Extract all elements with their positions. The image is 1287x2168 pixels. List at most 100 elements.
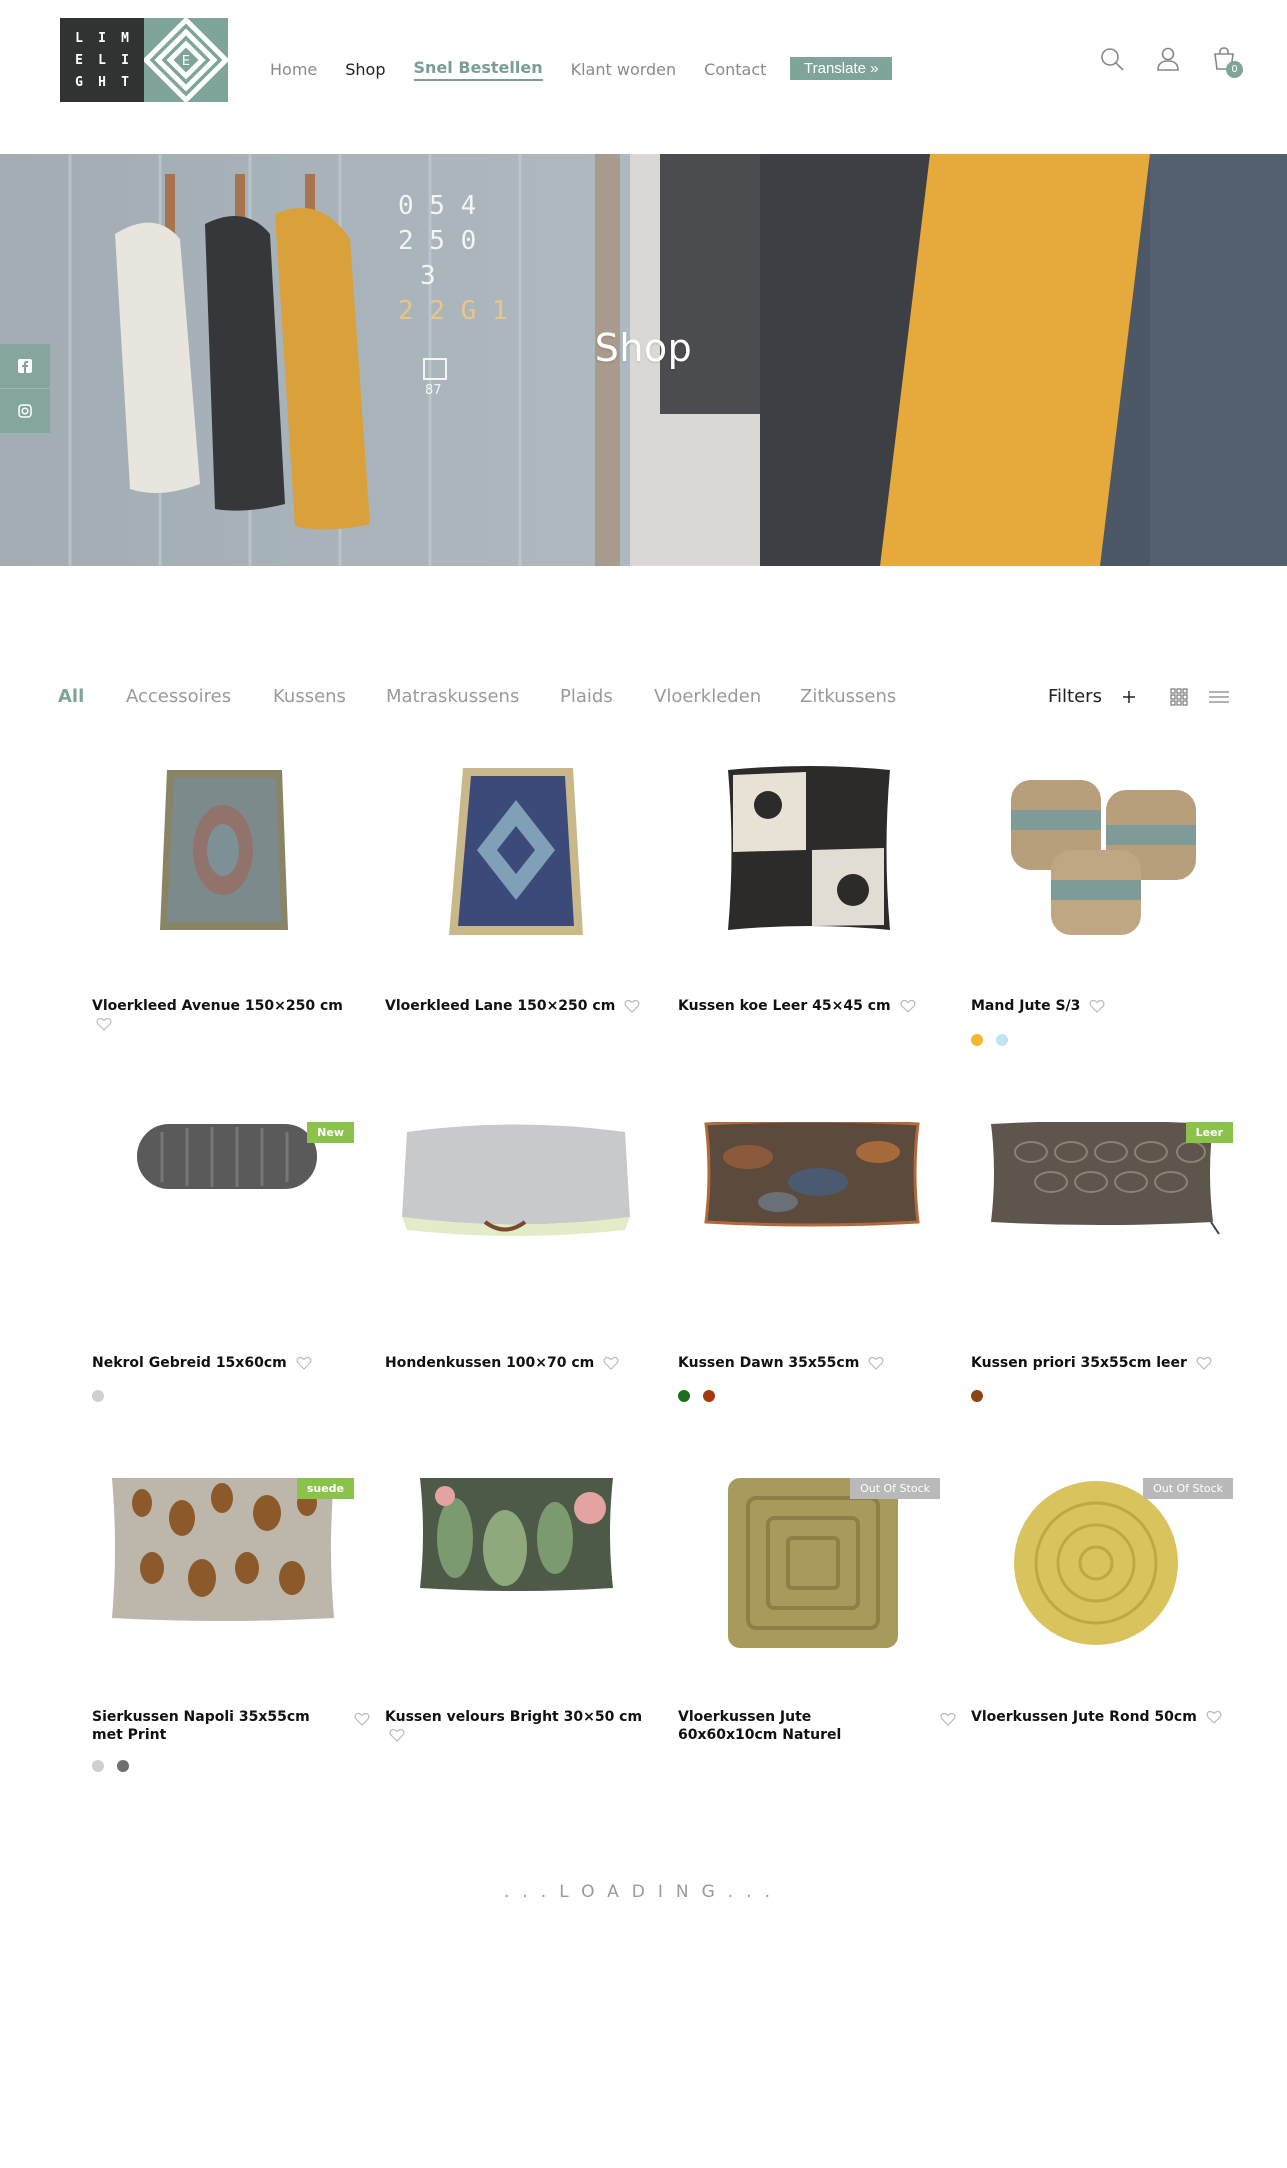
loading-indicator: ...LOADING... [504, 1882, 783, 1902]
nav-klant-worden[interactable]: Klant worden [571, 60, 677, 79]
product-name[interactable]: Kussen velours Bright 30×50 cm [385, 1708, 647, 1744]
product-name[interactable]: Mand Jute S/3 [971, 997, 1105, 1015]
wishlist-heart-icon[interactable] [1089, 999, 1105, 1013]
category-kussens[interactable]: Kussens [273, 686, 346, 707]
category-filter-bar: All Accessoires Kussens Matraskussens Pl… [58, 686, 1230, 716]
color-swatches [971, 1034, 1008, 1046]
wishlist-heart-icon[interactable] [624, 999, 640, 1013]
swatch-dark-grey[interactable] [117, 1760, 129, 1772]
product-name[interactable]: Nekrol Gebreid 15x60cm [92, 1354, 312, 1372]
header-actions: 0 [1099, 46, 1243, 78]
category-vloerkleden[interactable]: Vloerkleden [654, 686, 761, 707]
product-image[interactable] [678, 1119, 940, 1362]
product-card[interactable]: Mand Jute S/3 [971, 730, 1233, 1046]
nav-contact[interactable]: Contact [704, 60, 766, 79]
wishlist-heart-icon[interactable] [354, 1712, 370, 1726]
list-view-icon[interactable] [1208, 688, 1230, 706]
wishlist-heart-icon[interactable] [940, 1712, 956, 1726]
nav-home[interactable]: Home [270, 60, 317, 79]
logo-wordmark: LIM ELI GHT [60, 18, 144, 102]
wishlist-heart-icon[interactable] [389, 1728, 405, 1742]
product-badge: Out Of Stock [1143, 1478, 1233, 1499]
product-card[interactable]: Out Of Stock Vloerkussen Jute Rond 50cm [971, 1478, 1233, 1725]
product-image[interactable] [385, 730, 647, 970]
swatch-grey[interactable] [92, 1390, 104, 1402]
cart-count-badge: 0 [1226, 61, 1243, 78]
product-image[interactable] [971, 730, 1233, 970]
wishlist-heart-icon[interactable] [603, 1356, 619, 1370]
product-image[interactable]: New [92, 1122, 354, 1362]
product-card[interactable]: Kussen Dawn 35x55cm [678, 1119, 940, 1402]
category-accessoires[interactable]: Accessoires [126, 686, 231, 707]
nav-snel-bestellen[interactable]: Snel Bestellen [413, 58, 543, 81]
category-zitkussens[interactable]: Zitkussens [800, 686, 896, 707]
view-switcher [1170, 688, 1230, 706]
product-name[interactable]: Hondenkussen 100×70 cm [385, 1354, 619, 1372]
swatch-brown[interactable] [971, 1390, 983, 1402]
product-card[interactable]: Vloerkleed Avenue 150×250 cm [92, 730, 354, 1031]
color-swatches [678, 1390, 715, 1402]
product-badge: Leer [1185, 1122, 1233, 1143]
swatch-light-blue[interactable] [996, 1034, 1008, 1046]
wishlist-heart-icon[interactable] [1196, 1356, 1212, 1370]
logo-diamond-mark: E [144, 18, 228, 102]
filters-label: Filters [1048, 686, 1102, 707]
product-name[interactable]: Kussen priori 35x55cm leer [971, 1354, 1212, 1372]
grid-view-icon[interactable] [1170, 688, 1188, 706]
product-card[interactable]: Leer Kussen priori 35x55cm leer [971, 1121, 1233, 1402]
wishlist-heart-icon[interactable] [1206, 1710, 1222, 1724]
swatch-yellow[interactable] [971, 1034, 983, 1046]
product-badge: suede [296, 1478, 354, 1499]
swatch-grey[interactable] [92, 1760, 104, 1772]
product-name[interactable]: Kussen koe Leer 45×45 cm [678, 997, 916, 1015]
filters-button[interactable]: Filters [1048, 686, 1136, 707]
category-all[interactable]: All [58, 686, 84, 707]
instagram-icon[interactable] [0, 389, 50, 434]
product-card[interactable]: Kussen velours Bright 30×50 cm [385, 1475, 647, 1742]
wishlist-heart-icon[interactable] [900, 999, 916, 1013]
product-card[interactable]: New Nekrol Gebreid 15x60cm [92, 1122, 354, 1402]
plus-icon [1122, 691, 1135, 703]
swatch-green[interactable] [678, 1390, 690, 1402]
user-icon[interactable] [1155, 46, 1181, 72]
search-icon[interactable] [1099, 46, 1125, 72]
nav-shop[interactable]: Shop [345, 60, 385, 79]
wishlist-heart-icon[interactable] [868, 1356, 884, 1370]
product-name[interactable]: Vloerkussen Jute 60x60x10cm Naturel [678, 1708, 898, 1744]
product-image[interactable]: Leer [971, 1121, 1233, 1362]
product-image[interactable] [385, 1475, 647, 1718]
product-card[interactable]: Kussen koe Leer 45×45 cm [678, 730, 940, 1014]
category-plaids[interactable]: Plaids [560, 686, 613, 707]
product-image[interactable] [92, 730, 354, 970]
product-image[interactable] [385, 1122, 647, 1362]
product-image[interactable]: suede [92, 1475, 354, 1718]
wishlist-heart-icon[interactable] [296, 1356, 312, 1370]
product-card[interactable]: suede Sierkussen Napoli 35x55cm met Prin… [92, 1475, 370, 1772]
svg-text:E: E [182, 54, 190, 69]
product-card[interactable]: Out Of Stock Vloerkussen Jute 60x60x10cm… [678, 1478, 956, 1743]
color-swatches [971, 1390, 983, 1402]
logo[interactable]: LIM ELI GHT E [60, 18, 228, 102]
cart-icon[interactable]: 0 [1211, 46, 1243, 78]
hero-banner: 0 5 4 2 5 0 3 2 2 G 1 87 Shop [0, 154, 1287, 566]
main-nav: Home Shop Snel Bestellen Klant worden Co… [270, 58, 794, 81]
product-name[interactable]: Vloerkleed Avenue 150×250 cm [92, 997, 354, 1033]
color-swatches [92, 1760, 129, 1772]
product-card[interactable]: Vloerkleed Lane 150×250 cm [385, 730, 647, 1014]
product-name[interactable]: Vloerkussen Jute Rond 50cm [971, 1708, 1222, 1726]
product-image[interactable] [678, 730, 940, 970]
page-title: Shop [594, 326, 693, 370]
category-matraskussens[interactable]: Matraskussens [386, 686, 519, 707]
translate-button[interactable]: Translate » [790, 57, 893, 80]
product-name[interactable]: Vloerkleed Lane 150×250 cm [385, 997, 640, 1015]
wishlist-heart-icon[interactable] [96, 1017, 112, 1031]
product-badge: Out Of Stock [850, 1478, 940, 1499]
swatch-rust[interactable] [703, 1390, 715, 1402]
product-image[interactable]: Out Of Stock [678, 1478, 940, 1718]
product-image[interactable]: Out Of Stock [971, 1478, 1233, 1718]
product-name[interactable]: Sierkussen Napoli 35x55cm met Print [92, 1708, 322, 1744]
product-name[interactable]: Kussen Dawn 35x55cm [678, 1354, 884, 1372]
product-badge: New [307, 1122, 354, 1143]
site-header: LIM ELI GHT E Home Shop Snel Bestellen K… [0, 0, 1287, 154]
product-card[interactable]: Hondenkussen 100×70 cm [385, 1122, 647, 1371]
